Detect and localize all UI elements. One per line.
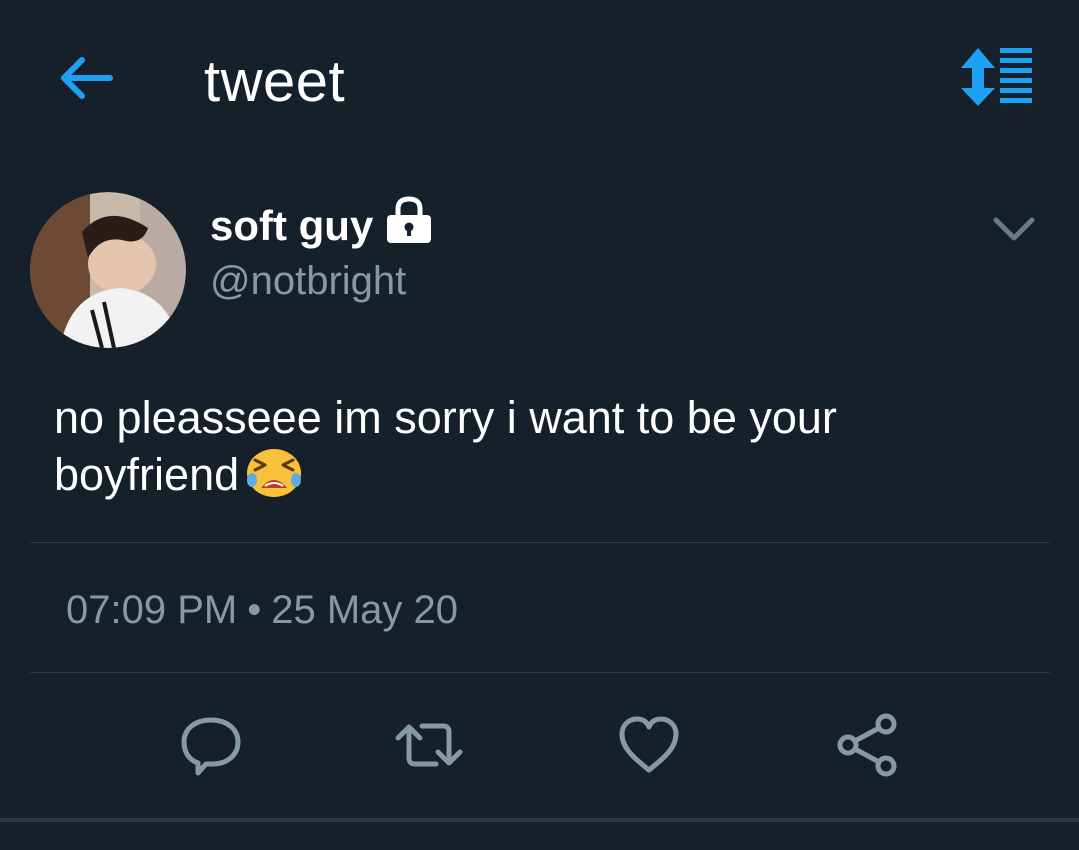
- lock-icon: [384, 195, 434, 247]
- bottom-divider: [0, 818, 1079, 822]
- sort-thread-icon: [961, 48, 1032, 106]
- divider: [30, 542, 1050, 543]
- thread-sort-button[interactable]: [952, 44, 1040, 112]
- tweet-text-line: no pleasseee im sorry i want to be your: [54, 392, 837, 443]
- author-display-name[interactable]: soft guy: [210, 198, 373, 254]
- back-button[interactable]: [52, 48, 120, 108]
- tired-face-crying-emoji: [245, 446, 303, 498]
- avatar-photo: [30, 192, 186, 348]
- arrow-left-icon: [61, 57, 113, 99]
- share-icon: [837, 713, 897, 777]
- author-handle[interactable]: @notbright: [210, 254, 406, 308]
- retweet-icon: [395, 723, 463, 767]
- retweet-button[interactable]: [394, 710, 464, 780]
- reply-button[interactable]: [176, 710, 246, 780]
- reply-icon: [181, 717, 241, 776]
- like-button[interactable]: [614, 710, 684, 780]
- share-button[interactable]: [832, 710, 902, 780]
- tweet-text: no pleasseee im sorry i want to be your …: [54, 390, 1034, 503]
- tweet-text-word: boyfriend: [54, 449, 240, 500]
- more-options-button[interactable]: [988, 208, 1040, 248]
- heart-icon: [619, 716, 679, 773]
- timestamp-separator: •: [247, 588, 262, 632]
- avatar[interactable]: [30, 192, 186, 348]
- chevron-down-icon: [993, 217, 1035, 241]
- tweet-timestamp: 07:09 PM • 25 May 20: [66, 584, 458, 636]
- tweet-date: 25 May 20: [271, 588, 459, 632]
- divider: [30, 672, 1050, 673]
- tweet-time: 07:09 PM: [66, 588, 238, 632]
- top-app-bar: tweet: [0, 0, 1079, 160]
- page-title: tweet: [204, 49, 346, 114]
- tweet-text-line: boyfriend: [54, 446, 1034, 503]
